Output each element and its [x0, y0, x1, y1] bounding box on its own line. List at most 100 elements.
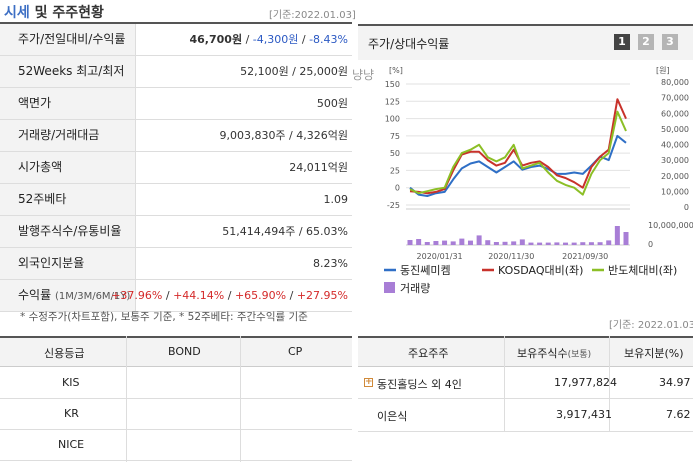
chart-header: 주가/상대수익률 1 2 3	[358, 24, 693, 60]
volume-bar	[519, 239, 525, 245]
pct-header: 보유지분(%)	[624, 347, 684, 360]
y-right-tick: 20,000	[661, 172, 689, 181]
row-divider	[0, 460, 352, 461]
row-price: 주가/전일대비/수익률 46,700원 / -4,300원 / -8.43%	[0, 24, 352, 56]
row-label: 시가총액	[0, 152, 136, 183]
row-shares: 발행주식수/유통비율 51,414,494주 / 65.03%	[0, 216, 352, 248]
y-left-tick: 100	[385, 115, 400, 124]
x-tick: 2021/09/30	[562, 252, 608, 261]
row-label: 발행주식수/유통비율	[0, 216, 136, 247]
legend-label: KOSDAQ대비(좌)	[498, 264, 583, 277]
y-right-tick: 40,000	[661, 141, 689, 150]
legend-swatch	[384, 282, 395, 293]
volume-bar	[571, 242, 577, 245]
row-par-value: 액면가 500원	[0, 88, 352, 120]
base-date-2: [기준: 2022.01.03]	[609, 320, 693, 331]
holder-name-link[interactable]: 동진홀딩스 외 4인	[377, 376, 462, 392]
y-left-tick: -25	[387, 201, 400, 210]
legend-label: 반도체대비(좌)	[608, 264, 677, 277]
holder-name-header: 주요주주	[408, 347, 449, 360]
volume-tick: 0	[648, 240, 653, 249]
chart-lines	[409, 98, 627, 197]
page-title: 시세 및 주주현황	[4, 5, 104, 21]
volume-bar	[554, 242, 560, 245]
volume-bar	[606, 240, 612, 245]
volume-bar	[476, 235, 482, 245]
holder-shares: 17,977,824	[554, 376, 617, 389]
y-right-tick: 50,000	[661, 125, 689, 134]
volume-bar	[450, 241, 456, 245]
row-label: 52주베타	[0, 184, 136, 215]
row-divider	[0, 398, 352, 399]
expand-plus-icon[interactable]: +	[364, 378, 373, 387]
base-date: [기준:2022.01.03]	[269, 10, 356, 21]
y-right-tick: 0	[684, 203, 689, 212]
row-label: 액면가	[0, 88, 136, 119]
credit-agency: KIS	[62, 376, 80, 389]
volume-bar	[528, 242, 534, 245]
y-left-tick: 25	[390, 166, 400, 175]
y-left-tick: 50	[390, 149, 400, 158]
row-market-cap: 시가총액 24,011억원	[0, 152, 352, 184]
volume-bar	[545, 242, 551, 245]
volume-bar	[459, 238, 465, 245]
row-label: 외국인지분율	[0, 248, 136, 279]
row-divider	[358, 431, 693, 432]
x-tick: 2020/11/30	[488, 252, 534, 261]
volume-bar	[597, 242, 603, 245]
volume-bar	[537, 242, 543, 245]
chart-page-3-button[interactable]: 3	[662, 34, 678, 50]
returns-value: +37.96% / +44.14% / +65.90% / +27.95%	[111, 289, 348, 302]
chart-page-1-button[interactable]: 1	[614, 34, 630, 50]
volume-bar	[424, 242, 430, 245]
row-volume: 거래량/거래대금 9,003,830주 / 4,326억원	[0, 120, 352, 152]
col-divider	[126, 336, 127, 462]
series-line-kosdaq	[409, 98, 627, 195]
chart-page-2-button[interactable]: 2	[638, 34, 654, 50]
volume-bar	[416, 239, 422, 245]
volume-bar	[580, 242, 586, 245]
row-value: 500원	[316, 97, 348, 110]
volume-bar	[442, 240, 448, 245]
series-line-stock	[409, 134, 627, 197]
volume-bar	[433, 241, 439, 245]
legend-label: 거래량	[400, 282, 430, 295]
row-value: 8.23%	[313, 257, 348, 270]
y-right-tick: 80,000	[661, 78, 689, 87]
credit-agency: NICE	[58, 438, 85, 451]
chart-legend: 동진쎄미켐 KOSDAQ대비(좌) 반도체대비(좌) 거래량	[384, 264, 677, 295]
shares-header: 보유주식수(보통)	[517, 347, 592, 360]
row-returns: 수익률 (1M/3M/6M/1Y) +37.96% / +44.14% / +6…	[0, 280, 352, 312]
volume-tick: 10,000,000	[648, 221, 693, 230]
col-divider	[240, 336, 241, 462]
row-value: 1.09	[323, 193, 349, 206]
volume-bars	[407, 226, 629, 245]
holder-pct: 34.97	[659, 376, 691, 389]
volume-bar	[588, 242, 594, 245]
row-value: 51,414,494주 / 65.03%	[222, 225, 348, 238]
col-divider	[504, 336, 505, 432]
row-52week: 52Weeks 최고/최저 52,100원 / 25,000원	[0, 56, 352, 88]
y-right-tick: 30,000	[661, 156, 689, 165]
unit-right-label: [원]	[656, 66, 670, 75]
y-left-tick: 0	[395, 184, 400, 193]
row-divider	[358, 398, 693, 399]
price-value: 46,700원 / -4,300원 / -8.43%	[189, 33, 349, 46]
row-value: 52,100원 / 25,000원	[240, 65, 348, 78]
row-foreign: 외국인지분율 8.23%	[0, 248, 352, 280]
row-label: 거래량/거래대금	[0, 120, 136, 151]
y-left-tick: 150	[385, 80, 400, 89]
volume-bar	[511, 241, 517, 245]
volume-bar	[623, 232, 629, 245]
stock-chart: [%] [원] 150 125 100 75 50 25 0 -25 80,000 70,000 60,…	[384, 66, 693, 295]
chart-title: 주가/상대수익률	[368, 37, 450, 51]
credit-header: 신용등급	[44, 347, 85, 360]
legend-label: 동진쎄미켐	[400, 264, 451, 277]
x-tick: 2020/01/31	[417, 252, 463, 261]
row-label: 주가/전일대비/수익률	[0, 24, 136, 55]
volume-bar	[502, 241, 508, 245]
y-right-tick: 60,000	[661, 109, 689, 118]
bond-header: BOND	[168, 345, 201, 358]
holder-name: 이은식	[377, 410, 408, 423]
row-value: 9,003,830주 / 4,326억원	[219, 129, 348, 142]
